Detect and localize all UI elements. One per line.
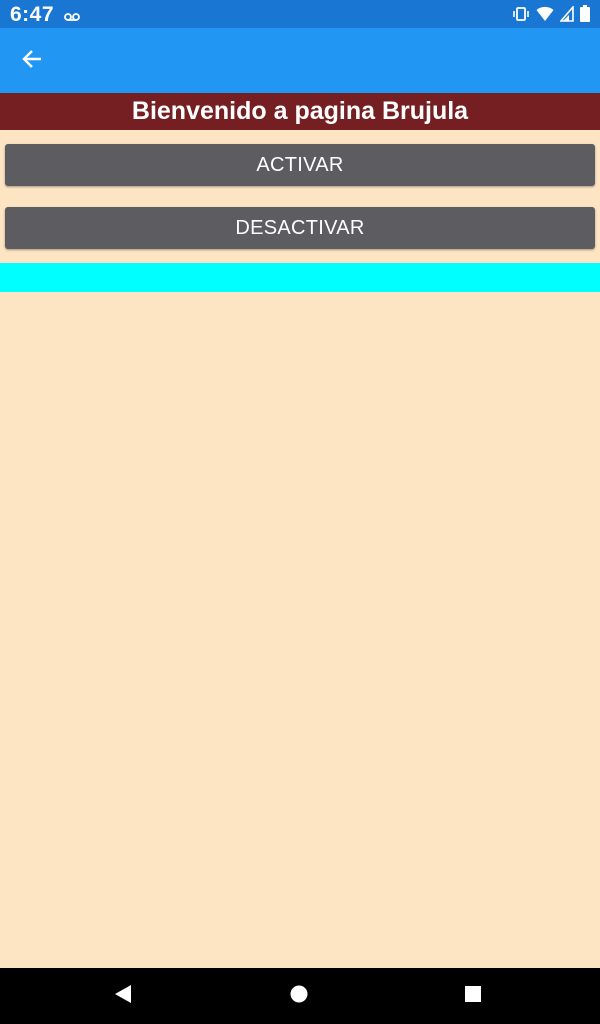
page-title: Bienvenido a pagina Brujula (0, 93, 600, 130)
nav-recents-button[interactable] (461, 984, 485, 1008)
desactivar-button[interactable]: DESACTIVAR (5, 207, 595, 249)
signal-icon (559, 4, 574, 27)
battery-icon (580, 5, 590, 27)
voicemail-icon (64, 9, 80, 27)
arrow-left-icon (21, 48, 43, 75)
status-time: 6:47 (10, 3, 55, 26)
indicator-bar (0, 263, 600, 292)
nav-back-icon (113, 984, 133, 1009)
nav-back-button[interactable] (111, 984, 135, 1008)
status-bar: 6:47 (0, 0, 600, 28)
vibrate-icon (512, 6, 530, 27)
status-icons (512, 4, 590, 27)
back-button[interactable] (14, 45, 50, 77)
app-bar (0, 28, 600, 93)
nav-home-button[interactable] (287, 984, 311, 1008)
navigation-bar (0, 968, 600, 1024)
activar-button[interactable]: ACTIVAR (5, 144, 595, 186)
nav-home-icon (289, 984, 309, 1009)
nav-recents-icon (463, 984, 483, 1009)
wifi-icon (536, 6, 554, 27)
